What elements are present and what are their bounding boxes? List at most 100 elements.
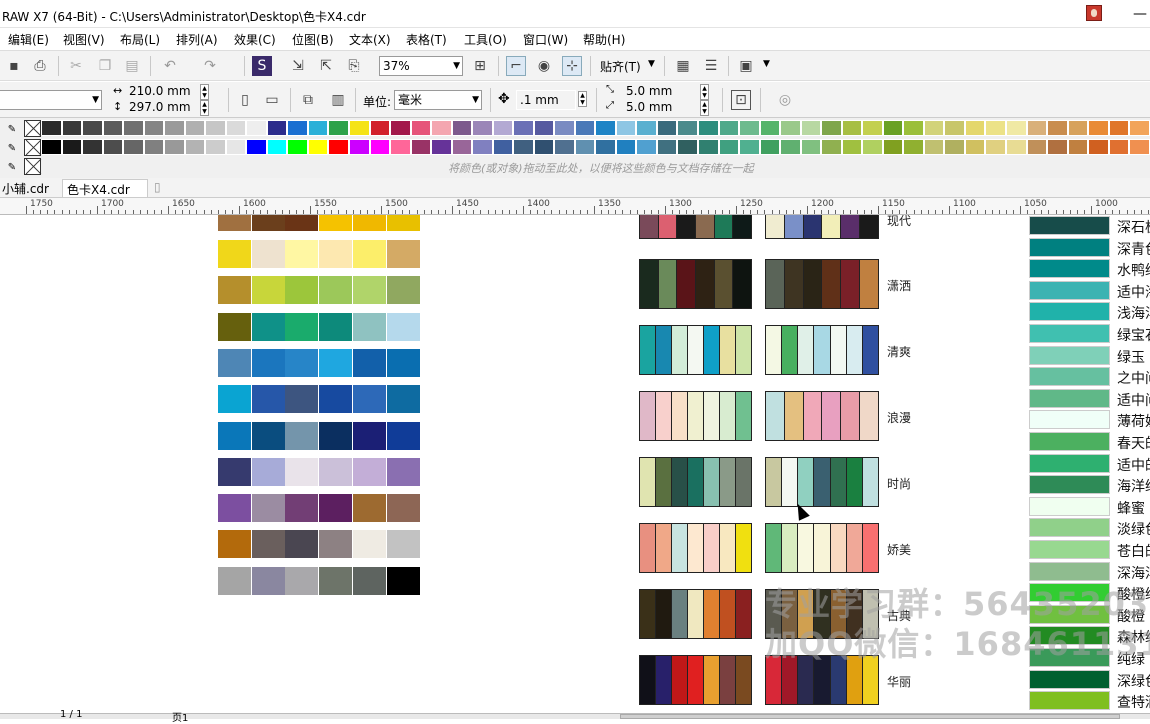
palette-swatch[interactable] [739, 139, 760, 155]
new-tab-icon[interactable]: ▯ [150, 179, 165, 197]
palette-swatch[interactable] [882, 120, 904, 136]
color-card-cell[interactable] [352, 566, 386, 595]
eyedropper-icon[interactable]: ✎ [0, 139, 24, 157]
palette-swatch[interactable] [513, 139, 534, 155]
save-icon[interactable]: ▪ [4, 56, 24, 76]
palette-swatch[interactable] [143, 139, 165, 155]
palette-swatch[interactable] [964, 139, 986, 155]
palette-swatch[interactable] [410, 139, 432, 155]
palette-swatch[interactable] [780, 139, 801, 155]
palette-swatch[interactable] [225, 120, 247, 136]
show-grid-icon[interactable]: ◉ [534, 56, 554, 76]
palette-swatch[interactable] [246, 120, 267, 136]
named-color-swatch[interactable] [1029, 518, 1110, 538]
named-color-swatch[interactable] [1029, 475, 1110, 495]
palette-swatch[interactable] [1005, 120, 1027, 136]
tab-xiaofu[interactable]: 小辅.cdr [0, 179, 53, 197]
palette-swatch[interactable] [944, 139, 965, 155]
menu-table[interactable]: 表格(T) [406, 31, 447, 48]
color-card-cell[interactable] [218, 566, 251, 595]
color-card-cell[interactable] [285, 530, 319, 559]
color-card-cell[interactable] [352, 240, 386, 268]
scheme-strip-a[interactable] [639, 325, 752, 375]
palette-swatch[interactable] [431, 139, 452, 155]
palette-swatch[interactable] [1047, 120, 1068, 136]
scheme-strip-b[interactable] [765, 523, 879, 573]
scheme-strip-b[interactable] [765, 259, 879, 309]
palette-swatch[interactable] [1026, 139, 1048, 155]
palette-swatch[interactable] [287, 139, 308, 155]
palette-swatch[interactable] [615, 120, 637, 136]
color-card-cell[interactable] [352, 530, 386, 559]
scheme-strip-a[interactable] [639, 589, 752, 639]
palette-swatch[interactable] [164, 120, 185, 136]
palette-swatch[interactable] [492, 139, 514, 155]
palette-swatch[interactable] [718, 139, 740, 155]
color-card-cell[interactable] [218, 312, 251, 341]
named-color-swatch[interactable] [1029, 302, 1110, 322]
full-screen-icon[interactable]: ⊞ [470, 56, 490, 76]
show-guidelines-icon[interactable]: ⊹ [562, 56, 582, 76]
no-color-swatch[interactable] [24, 120, 41, 137]
palette-swatch[interactable] [841, 120, 863, 136]
export-icon[interactable]: ⇱ [316, 56, 336, 76]
page-height-spinner[interactable]: ▲ ▼ [200, 100, 209, 116]
color-card-cell[interactable] [218, 530, 251, 559]
color-card-cell[interactable] [251, 385, 285, 414]
palette-swatch[interactable] [1108, 139, 1130, 155]
color-card-cell[interactable] [319, 215, 353, 231]
color-card-cell[interactable] [319, 348, 353, 377]
color-card-cell[interactable] [251, 421, 285, 450]
color-card-cell[interactable] [352, 276, 386, 305]
palette-swatch[interactable] [1047, 139, 1068, 155]
page-border-icon[interactable]: ◎ [775, 90, 795, 110]
scheme-strip-b[interactable] [765, 391, 879, 441]
palette-swatch[interactable] [759, 120, 781, 136]
color-card-cell[interactable] [285, 348, 319, 377]
palette-swatch[interactable] [656, 120, 678, 136]
palette-swatch[interactable] [985, 120, 1006, 136]
palette-swatch[interactable] [123, 120, 144, 136]
palette-swatch[interactable] [862, 139, 883, 155]
color-card-cell[interactable] [386, 276, 420, 305]
color-card-cell[interactable] [251, 494, 285, 523]
color-card-cell[interactable] [386, 348, 420, 377]
named-color-swatch[interactable] [1029, 216, 1110, 235]
color-card-cell[interactable] [319, 457, 353, 486]
show-rulers-icon[interactable]: ⌐ [506, 56, 526, 76]
named-color-swatch[interactable] [1029, 388, 1110, 408]
named-color-swatch[interactable] [1029, 367, 1110, 387]
redo-icon[interactable]: ↷ [200, 56, 220, 76]
duplicate-y-spinner[interactable]: ▲ ▼ [700, 100, 709, 116]
menu-effects[interactable]: 效果(C) [234, 31, 276, 48]
color-card-cell[interactable] [218, 385, 251, 414]
palette-swatch[interactable] [369, 120, 391, 136]
palette-swatch[interactable] [944, 120, 965, 136]
named-color-swatch[interactable] [1029, 237, 1110, 257]
menu-layout[interactable]: 布局(L) [120, 31, 160, 48]
color-card-cell[interactable] [285, 457, 319, 486]
color-card-cell[interactable] [218, 276, 251, 305]
duplicate-x-spinner[interactable]: ▲ ▼ [700, 84, 709, 100]
color-card-cell[interactable] [251, 566, 285, 595]
palette-swatch[interactable] [164, 139, 185, 155]
palette-swatch[interactable] [266, 139, 288, 155]
palette-swatch[interactable] [1026, 120, 1048, 136]
palette-swatch[interactable] [390, 139, 411, 155]
palette-swatch[interactable] [348, 139, 370, 155]
palette-swatch[interactable] [1067, 139, 1089, 155]
palette-swatch[interactable] [492, 120, 514, 136]
color-card-cell[interactable] [285, 215, 319, 231]
palette-swatch[interactable] [328, 139, 349, 155]
scheme-strip-a[interactable] [639, 391, 752, 441]
palette-swatch[interactable] [205, 139, 226, 155]
color-card-cell[interactable] [386, 494, 420, 523]
palette-swatch[interactable] [82, 120, 103, 136]
scheme-strip-a[interactable] [639, 655, 752, 705]
named-color-swatch[interactable] [1029, 669, 1110, 689]
palette-swatch[interactable] [410, 120, 432, 136]
palette-swatch[interactable] [985, 139, 1006, 155]
palette-swatch[interactable] [82, 139, 103, 155]
palette-swatch[interactable] [1088, 139, 1109, 155]
color-card-cell[interactable] [251, 240, 285, 268]
